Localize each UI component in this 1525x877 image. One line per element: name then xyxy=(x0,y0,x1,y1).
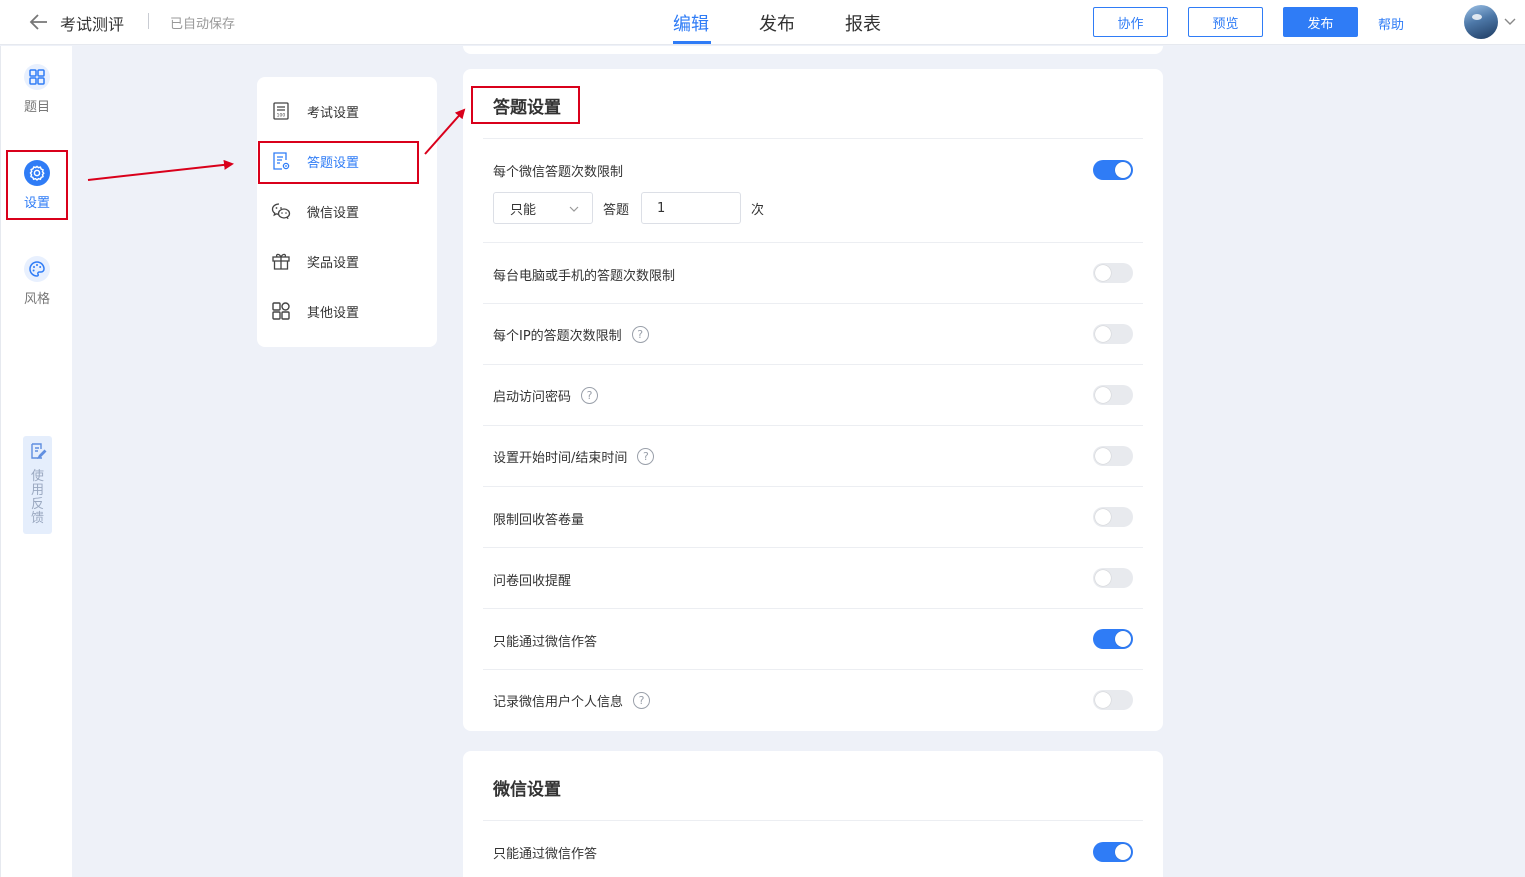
wechat-settings-card: 微信设置 只能通过微信作答 xyxy=(463,751,1163,877)
grid-icon xyxy=(24,64,50,90)
submenu-label: 考试设置 xyxy=(307,105,360,121)
chevron-down-icon xyxy=(569,206,579,212)
settings-row: 启动访问密码? xyxy=(483,364,1143,425)
unit-text: 次 xyxy=(751,203,765,218)
settings-row: 限制回收答卷量 xyxy=(483,486,1143,547)
help-icon[interactable]: ? xyxy=(633,692,651,709)
settings-row: 问卷回收提醒 xyxy=(483,547,1143,608)
settings-row: 记录微信用户个人信息? xyxy=(483,669,1143,731)
apps-icon xyxy=(272,302,290,320)
palette-icon xyxy=(24,256,50,282)
help-link[interactable]: 帮助 xyxy=(1378,14,1404,33)
rail-label: 题目 xyxy=(23,100,50,115)
gift-icon xyxy=(272,253,290,270)
top-bar: 考试测评 已自动保存 编辑 发布 报表 协作 预览 发布 帮助 xyxy=(0,0,1525,45)
help-icon[interactable]: ? xyxy=(637,448,655,465)
settings-row: 每台电脑或手机的答题次数限制 xyxy=(483,242,1143,303)
feedback-button[interactable]: 使用反馈 xyxy=(23,436,52,534)
select-value: 只能 xyxy=(510,202,537,218)
setting-label: 问卷回收提醒 xyxy=(493,574,572,589)
annotation-box-settings-rail xyxy=(6,150,68,220)
toggle-access-password[interactable] xyxy=(1093,385,1133,405)
submenu-item-exam[interactable]: 100 考试设置 xyxy=(271,95,359,127)
submenu-item-prize[interactable]: 奖品设置 xyxy=(271,245,359,277)
submenu-label: 奖品设置 xyxy=(307,255,360,271)
toggle-response-reminder[interactable] xyxy=(1093,568,1133,588)
toggle-wechat-limit[interactable] xyxy=(1093,160,1133,180)
card-title: 微信设置 xyxy=(493,780,561,800)
tab-publish[interactable]: 发布 xyxy=(759,10,795,36)
submenu-label: 其他设置 xyxy=(307,305,360,321)
settings-row: 设置开始时间/结束时间? xyxy=(483,425,1143,486)
settings-row-wechat-limit: 每个微信答题次数限制 xyxy=(483,138,1143,242)
help-icon[interactable]: ? xyxy=(581,387,599,404)
toggle-record-wechat-info[interactable] xyxy=(1093,690,1133,710)
chevron-down-icon[interactable] xyxy=(1503,14,1517,28)
exam-icon: 100 xyxy=(273,102,289,120)
publish-button[interactable]: 发布 xyxy=(1283,7,1358,37)
settings-row: 只能通过微信作答 xyxy=(483,608,1143,669)
setting-label: 启动访问密码? xyxy=(493,386,599,405)
wechat-icon xyxy=(271,203,291,220)
active-tab-indicator xyxy=(673,41,711,44)
divider xyxy=(148,13,149,29)
setting-label: 设置开始时间/结束时间? xyxy=(493,447,655,466)
submenu-item-other[interactable]: 其他设置 xyxy=(271,295,359,327)
setting-label: 只能通过微信作答 xyxy=(493,847,598,862)
annotation-box-answer-menu xyxy=(258,141,419,184)
toggle-ip-limit[interactable] xyxy=(1093,324,1133,344)
submenu-item-wechat[interactable]: 微信设置 xyxy=(271,195,359,227)
back-arrow-icon[interactable] xyxy=(28,11,50,33)
inline-answer-text: 答题 xyxy=(603,203,630,218)
annotation-box-answer-title xyxy=(471,86,580,124)
help-icon[interactable]: ? xyxy=(631,326,649,343)
avatar[interactable] xyxy=(1464,5,1498,39)
tab-edit[interactable]: 编辑 xyxy=(673,10,709,36)
toggle-wechat-only-2[interactable] xyxy=(1093,842,1133,862)
setting-label: 每个IP的答题次数限制? xyxy=(493,325,649,344)
rail-item-questions[interactable]: 题目 xyxy=(1,64,73,115)
answer-count-input[interactable] xyxy=(641,192,741,224)
setting-label: 每个微信答题次数限制 xyxy=(493,165,624,180)
tab-report[interactable]: 报表 xyxy=(845,10,881,36)
setting-label: 每台电脑或手机的答题次数限制 xyxy=(493,269,676,284)
settings-submenu: 100 考试设置 答题设置 微信设置 奖品设置 其他设置 xyxy=(257,77,437,347)
setting-label: 限制回收答卷量 xyxy=(493,513,585,528)
limit-mode-select[interactable]: 只能 xyxy=(493,192,593,224)
autosave-status: 已自动保存 xyxy=(170,17,236,32)
annotation-arrow xyxy=(87,159,234,181)
rail-item-style[interactable]: 风格 xyxy=(1,256,73,307)
app-title: 考试测评 xyxy=(60,15,125,34)
setting-label: 只能通过微信作答 xyxy=(493,635,598,650)
collab-button[interactable]: 协作 xyxy=(1093,7,1168,37)
setting-label: 记录微信用户个人信息? xyxy=(493,691,651,710)
preview-button[interactable]: 预览 xyxy=(1188,7,1263,37)
answer-settings-card: 答题设置 每个微信答题次数限制 只能 答题 次 每台电脑或手机的答题次数限制 每… xyxy=(463,69,1163,731)
feedback-label: 使用反馈 xyxy=(30,469,44,526)
edit-note-icon xyxy=(30,443,46,460)
toggle-response-limit[interactable] xyxy=(1093,507,1133,527)
toggle-wechat-only[interactable] xyxy=(1093,629,1133,649)
settings-row: 每个IP的答题次数限制? xyxy=(483,303,1143,364)
rail-label: 风格 xyxy=(23,292,50,307)
previous-card-edge xyxy=(463,46,1163,54)
toggle-time-range[interactable] xyxy=(1093,446,1133,466)
svg-text:100: 100 xyxy=(277,113,286,119)
toggle-device-limit[interactable] xyxy=(1093,263,1133,283)
submenu-label: 微信设置 xyxy=(307,205,360,221)
settings-row: 只能通过微信作答 xyxy=(483,820,1143,877)
